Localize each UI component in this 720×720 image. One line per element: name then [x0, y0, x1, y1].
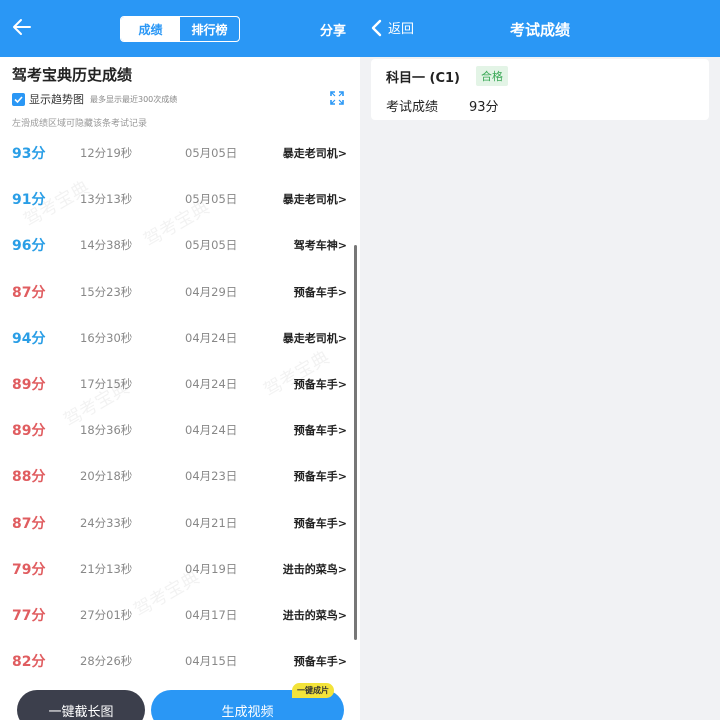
score-value: 91分 [12, 192, 46, 209]
duration: 13分13秒 [80, 192, 133, 207]
score-row[interactable]: 94分 16分30秒 04月24日 暴走老司机> [0, 319, 360, 365]
page-title: 驾考宝典历史成绩 [12, 66, 133, 84]
exam-date: 04月24日 [185, 423, 238, 438]
score-row[interactable]: 87分 15分23秒 04月29日 预备车手> [0, 273, 360, 319]
duration: 16分30秒 [80, 330, 133, 345]
page-title: 考试成绩 [509, 21, 570, 39]
score-row[interactable]: 87分 24分33秒 04月21日 预备车手> [0, 504, 360, 550]
exam-date: 04月29日 [185, 284, 238, 299]
level-link[interactable]: 驾考车神> [294, 237, 347, 253]
level-link[interactable]: 暴走老司机> [283, 330, 347, 346]
trend-label: 显示趋势图 [29, 93, 84, 106]
exam-date: 04月21日 [185, 515, 238, 530]
score-list: 93分 12分19秒 05月05日 暴走老司机> 91分 13分13秒 05月05日 暴走老司… [0, 134, 360, 688]
score-row[interactable]: 93分 12分19秒 05月05日 暴走老司机> [0, 134, 360, 180]
one-click-badge: 一键成片 [292, 683, 334, 698]
status-badge: 合格 [476, 66, 508, 86]
score-value: 82分 [12, 654, 46, 671]
exam-date: 04月24日 [185, 330, 238, 345]
checkbox-checked-icon[interactable] [12, 92, 25, 106]
score-value: 93分 [469, 100, 499, 115]
score-row[interactable]: 79分 21分13秒 04月19日 进击的菜鸟> [0, 550, 360, 596]
level-link[interactable]: 进击的菜鸟> [283, 561, 347, 577]
score-row[interactable]: 96分 14分38秒 05月05日 驾考车神> [0, 226, 360, 272]
duration: 17分15秒 [80, 376, 133, 391]
score-row[interactable]: 82分 28分26秒 04月15日 预备车手> [0, 642, 360, 688]
score-history-screen: 成绩 排行榜 分享 驾考宝典历史成绩 显示趋势图 最多显示最近300次成绩 左滑… [0, 0, 360, 720]
duration: 20分18秒 [80, 469, 133, 484]
trend-toggle[interactable]: 显示趋势图 最多显示最近300次成绩 [12, 92, 177, 106]
level-link[interactable]: 预备车手> [294, 284, 347, 300]
duration: 14分38秒 [80, 238, 133, 253]
exam-date: 04月17日 [185, 607, 238, 622]
score-value: 79分 [12, 561, 46, 578]
exam-date: 04月23日 [185, 469, 238, 484]
level-link[interactable]: 预备车手> [294, 653, 347, 669]
exam-date: 05月05日 [185, 238, 238, 253]
trend-note: 最多显示最近300次成绩 [90, 94, 178, 104]
level-link[interactable]: 暴走老司机> [283, 191, 347, 207]
duration: 15分23秒 [80, 284, 133, 299]
tab-scores[interactable]: 成绩 [121, 17, 180, 41]
level-link[interactable]: 预备车手> [294, 422, 347, 438]
score-value: 77分 [12, 607, 46, 624]
duration: 21分13秒 [80, 561, 133, 576]
swipe-hint: 左滑成绩区域可隐藏该条考试记录 [12, 119, 148, 129]
exam-date: 04月24日 [185, 376, 238, 391]
score-value: 87分 [12, 284, 46, 301]
duration: 27分01秒 [80, 607, 133, 622]
score-row[interactable]: 77分 27分01秒 04月17日 进击的菜鸟> [0, 596, 360, 642]
level-link[interactable]: 预备车手> [294, 515, 347, 531]
score-value: 94分 [12, 330, 46, 347]
header-bar: 成绩 排行榜 分享 [0, 0, 360, 57]
score-value: 87分 [12, 515, 46, 532]
duration: 12分19秒 [80, 146, 133, 160]
score-label: 考试成绩 [386, 100, 439, 115]
level-link[interactable]: 进击的菜鸟> [283, 607, 347, 623]
score-value: 89分 [12, 376, 46, 393]
exam-date: 05月05日 [185, 146, 238, 160]
segmented-tabs: 成绩 排行榜 [120, 16, 240, 42]
tab-leaderboard[interactable]: 排行榜 [180, 17, 239, 41]
score-value: 88分 [12, 469, 46, 486]
duration: 28分26秒 [80, 654, 133, 669]
exam-date: 05月05日 [185, 192, 238, 207]
score-value: 93分 [12, 146, 46, 162]
exam-date: 04月15日 [185, 654, 238, 669]
duration: 24分33秒 [80, 515, 133, 530]
score-row[interactable]: 89分 18分36秒 04月24日 预备车手> [0, 411, 360, 457]
level-link[interactable]: 暴走老司机> [283, 145, 347, 161]
exam-result-screen: 返回 考试成绩 科目一 (C1) 合格 考试成绩 93分 [360, 0, 720, 720]
score-value: 96分 [12, 238, 46, 255]
score-row[interactable]: 88分 20分18秒 04月23日 预备车手> [0, 457, 360, 503]
level-link[interactable]: 预备车手> [294, 468, 347, 484]
back-arrow-icon[interactable] [10, 15, 34, 39]
score-value: 89分 [12, 423, 46, 440]
level-link[interactable]: 预备车手> [294, 376, 347, 392]
score-row[interactable]: 89分 17分15秒 04月24日 预备车手> [0, 365, 360, 411]
share-button[interactable]: 分享 [320, 20, 346, 39]
exam-date: 04月19日 [185, 561, 238, 576]
subject-label: 科目一 (C1) [386, 71, 460, 86]
fullscreen-icon[interactable] [329, 90, 345, 106]
score-row[interactable]: 91分 13分13秒 05月05日 暴走老司机> [0, 180, 360, 226]
scrollbar[interactable] [354, 245, 357, 640]
header-bar: 返回 考试成绩 [360, 0, 720, 57]
result-card: 科目一 (C1) 合格 考试成绩 93分 [371, 59, 709, 120]
long-screenshot-button[interactable]: 一键截长图 [17, 690, 145, 720]
duration: 18分36秒 [80, 423, 133, 438]
